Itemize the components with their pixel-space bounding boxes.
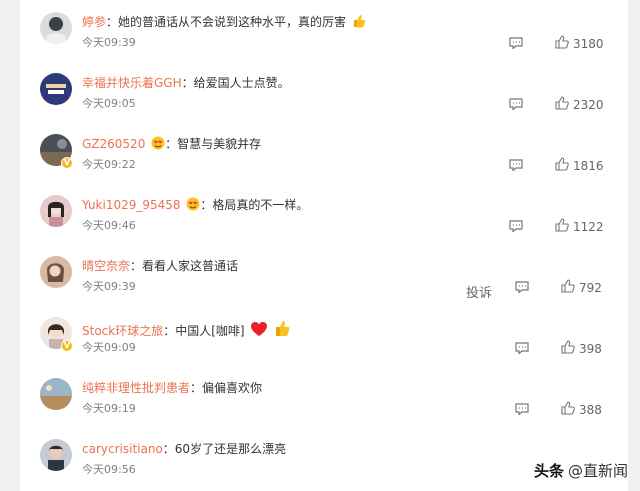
verified-badge-icon: V (61, 157, 73, 169)
like-icon[interactable] (561, 279, 575, 293)
colon: ： (165, 137, 178, 151)
like-icon[interactable] (555, 157, 569, 171)
colon: ： (190, 381, 203, 395)
comment-item: 纯粹非理性批判患者：偏偏喜欢你 今天09:19 388 (20, 366, 628, 427)
comment-text: 她的普通话从不会说到这种水平，真的厉害 (118, 15, 347, 29)
heart-eyes-emoji-icon (186, 197, 200, 215)
like-count: 1816 (573, 159, 604, 173)
username-link[interactable]: carycrisitiano (82, 442, 163, 456)
avatar[interactable] (40, 195, 72, 227)
thumbs-up-emoji-icon (274, 319, 290, 341)
username-link[interactable]: Stock环球之旅 (82, 324, 163, 338)
like-count: 1122 (573, 220, 604, 234)
like-icon[interactable] (555, 35, 569, 49)
comment-item: 婷参：她的普通话从不会说到这种水平，真的厉害 今天09:39 3180 (20, 0, 628, 61)
colon: ： (106, 15, 119, 29)
like-count: 2320 (573, 98, 604, 112)
avatar[interactable] (40, 439, 72, 471)
comment-time: 今天09:46 (82, 219, 136, 232)
thumbs-up-emoji-icon (352, 14, 366, 32)
avatar[interactable] (40, 12, 72, 44)
like-icon[interactable] (555, 218, 569, 232)
like-count: 388 (579, 403, 602, 417)
comment-time: 今天09:22 (82, 158, 136, 171)
colon: ： (163, 324, 176, 338)
username-link[interactable]: 晴空奈奈 (82, 259, 130, 273)
complain-button[interactable]: 投诉 (466, 282, 492, 301)
like-count: 398 (579, 342, 602, 356)
scroll-track (630, 0, 640, 491)
heart-eyes-emoji-icon (151, 136, 165, 154)
comment-text: 格局真的不一样。 (212, 198, 309, 212)
reply-icon[interactable] (509, 98, 523, 110)
like-icon[interactable] (561, 340, 575, 354)
like-count: 792 (579, 281, 602, 295)
avatar[interactable] (40, 256, 72, 288)
comment-item: 幸福并快乐着GGH：给爱国人士点赞。 今天09:05 2320 (20, 61, 628, 122)
comment-list: 婷参：她的普通话从不会说到这种水平，真的厉害 今天09:39 3180 幸福并快… (20, 0, 628, 491)
comment-time: 今天09:19 (82, 402, 136, 415)
avatar[interactable] (40, 73, 72, 105)
colon: ： (181, 76, 194, 90)
comment-text: 给爱国人士点赞。 (193, 76, 290, 90)
heart-emoji-icon (250, 321, 268, 341)
comment-time: 今天09:09 (82, 341, 136, 354)
watermark: 头条 @直新闻 (534, 461, 628, 481)
comment-time: 今天09:39 (82, 280, 136, 293)
toutiao-logo: 头条 (533, 462, 564, 480)
comment-item: V Stock环球之旅：中国人[咖啡] 今天09:09 398 (20, 305, 628, 366)
reply-icon[interactable] (515, 342, 529, 354)
comment-text: 看看人家这普通话 (142, 259, 239, 273)
comment-text: 偏偏喜欢你 (202, 381, 263, 395)
like-icon[interactable] (555, 96, 569, 110)
username-link[interactable]: 婷参 (82, 15, 106, 29)
comment-time: 今天09:56 (82, 463, 136, 476)
colon: ： (130, 259, 143, 273)
comment-item: Yuki1029_95458 ：格局真的不一样。 今天09:46 1122 (20, 183, 628, 244)
reply-icon[interactable] (509, 220, 523, 232)
comment-text: 智慧与美貌并存 (177, 137, 262, 151)
comment-item: V GZ260520 ：智慧与美貌并存 今天09:22 1816 (20, 122, 628, 183)
username-link[interactable]: 纯粹非理性批判患者 (82, 381, 190, 395)
comment-text: 中国人[咖啡] (175, 324, 245, 338)
username-link[interactable]: GZ260520 (82, 137, 145, 151)
watermark-text: @直新闻 (567, 462, 628, 480)
reply-icon[interactable] (509, 159, 523, 171)
comment-item: 晴空奈奈：看看人家这普通话 今天09:39 792 (20, 244, 628, 305)
comment-time: 今天09:39 (82, 36, 136, 49)
like-count: 3180 (573, 37, 604, 51)
comment-text: 60岁了还是那么漂亮 (174, 442, 287, 456)
colon: ： (162, 442, 175, 456)
verified-badge-icon: V (61, 340, 73, 352)
reply-icon[interactable] (509, 37, 523, 49)
like-icon[interactable] (561, 401, 575, 415)
reply-icon[interactable] (515, 403, 529, 415)
reply-icon[interactable] (515, 281, 529, 293)
avatar[interactable] (40, 378, 72, 410)
colon: ： (200, 198, 213, 212)
comment-time: 今天09:05 (82, 97, 136, 110)
username-link[interactable]: 幸福并快乐着GGH (82, 76, 182, 90)
username-link[interactable]: Yuki1029_95458 (82, 198, 181, 212)
